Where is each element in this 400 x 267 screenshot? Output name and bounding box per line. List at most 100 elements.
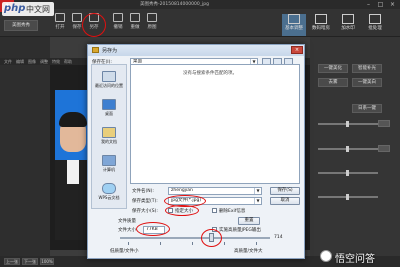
redo-icon [130,13,140,22]
photo-hair [59,112,87,127]
cloud-docs-icon [102,183,116,194]
highlight-slider [201,229,222,247]
dialog-title: 另存为 [102,48,118,54]
tab-batch-label: 批处理 [368,26,382,31]
quality-slider[interactable] [120,237,270,239]
close-window-button[interactable]: × [388,0,397,9]
filetype-label: 保存类型(T): [132,199,158,204]
hq-jpeg-label: 实施高质量JPEG输出 [219,228,261,233]
cancel-button[interactable]: 取消 [270,197,300,205]
place-documents[interactable]: 我的文档 [92,127,126,145]
place-cloud-docs[interactable]: WPS云文档 [92,183,126,201]
contrast-thumb[interactable] [346,146,349,152]
exif-checkbox-label: 删除Exif信息 [219,209,246,214]
qa-logo-icon [320,250,332,262]
slider-tick [192,242,193,245]
quality-label: 文件质量 [118,219,136,224]
adjust-icon [288,14,300,24]
dialog-close-button[interactable]: × [291,46,303,54]
chevron-down-icon: ▼ [254,188,261,194]
minimize-button[interactable]: – [364,0,373,9]
save-as-dialog: 另存为 × 保存在(I): 桌面 ▼ 最近访问的位置 桌面 我的文档 计算机 W… [87,44,305,259]
slider-tick [128,242,129,245]
tab-watermark[interactable]: 加水印 [336,14,360,36]
site-watermark: php 中文网 [2,2,54,16]
file-list[interactable]: 没有与搜索条件匹配的项。 [130,64,300,184]
slider-tick [224,242,225,245]
documents-icon [102,127,116,138]
watermark-icon [342,14,354,24]
folder-icon [92,47,99,53]
whiten-button[interactable]: 一键美白 [352,78,382,87]
slider-value: 714 [274,235,283,240]
filename-input[interactable]: zhengjian ▼ [168,187,262,195]
filesize-label: 文件大小 [118,228,136,233]
menu-item[interactable]: 调整 [40,59,48,65]
desktop-icon [102,99,116,110]
empty-message: 没有与搜索条件匹配的项。 [183,71,237,76]
size-label: 保存大小(S): [132,209,158,214]
dialog-title-bar [88,45,304,56]
brightness-thumb[interactable] [346,121,349,127]
place-desktop[interactable]: 桌面 [92,99,126,117]
app-title: 美图秀秀-20150814000000_jpg [140,2,209,7]
photo-shirt [67,160,79,184]
smart-fill-light-button[interactable]: 智能补光 [352,64,382,73]
highlight-filesize [136,222,170,236]
watermark-php: php [4,3,26,14]
save-icon [72,13,82,22]
one-click-beautify-button[interactable]: 一键美化 [318,64,348,73]
tab-batch[interactable]: 批处理 [363,14,387,36]
recent-places-icon [102,71,116,82]
exif-checkbox[interactable] [212,208,217,213]
place-computer-label: 计算机 [103,167,115,172]
tab-darkroom-label: 数码暗房 [312,26,330,31]
left-panel [0,37,50,257]
sharpness-thumb[interactable] [346,194,349,200]
original-icon [147,13,157,22]
dehaze-button[interactable]: 去雾 [318,78,348,87]
save-button[interactable]: 保存(S) [270,187,300,195]
qa-watermark-text: 悟空问答 [335,254,375,265]
batch-icon [369,14,381,24]
watermark-cn: 中文网 [26,5,50,14]
zoom-level[interactable]: 100% [40,258,54,265]
reset-button[interactable]: 重置 [238,217,260,225]
place-documents-label: 我的文档 [101,139,117,144]
menu-item[interactable]: 图像 [28,59,36,65]
original-label: 原图 [147,25,157,30]
darkroom-icon [315,14,327,24]
contrast-value-box[interactable] [378,145,390,152]
highlight-save-as [82,13,106,37]
highlight-size [165,205,199,216]
slider-tick [160,242,161,245]
slider-right-label: 高质量/文件大 [234,249,263,254]
place-recent[interactable]: 最近访问的位置 [92,71,126,89]
chevron-down-icon: ▼ [254,198,261,204]
slider-tick [256,242,257,245]
japan-style-button[interactable]: 日系一键 [352,104,382,113]
place-computer[interactable]: 计算机 [92,155,126,173]
place-cloud-docs-label: WPS云文档 [98,195,120,200]
place-desktop-label: 桌面 [105,111,113,116]
folder-icon [55,13,65,22]
qa-watermark: 悟空问答 [318,248,398,265]
tab-darkroom[interactable]: 数码暗房 [309,14,333,36]
filename-value: zhengjian [171,188,193,193]
brightness-value-box[interactable] [378,120,390,127]
original-button[interactable]: 原图 [142,13,162,35]
saturation-thumb[interactable] [346,170,349,176]
menu-item[interactable]: 文件 [4,59,12,65]
brand-button[interactable]: 美图秀秀 [4,20,38,31]
tab-watermark-label: 加水印 [341,26,355,31]
menu-item[interactable]: 编辑 [16,59,24,65]
slider-left-label: 低质量/文件小 [110,249,139,254]
next-image-button[interactable]: 下一张 [22,258,38,265]
places-bar: 最近访问的位置 桌面 我的文档 计算机 WPS云文档 [91,64,127,209]
maximize-button[interactable]: □ [376,0,385,9]
undo-icon [113,13,123,22]
place-recent-label: 最近访问的位置 [95,83,123,88]
prev-image-button[interactable]: 上一张 [4,258,20,265]
filename-label: 文件名(N): [132,189,154,194]
tab-basic-adjust[interactable]: 基本调整 [282,14,306,36]
